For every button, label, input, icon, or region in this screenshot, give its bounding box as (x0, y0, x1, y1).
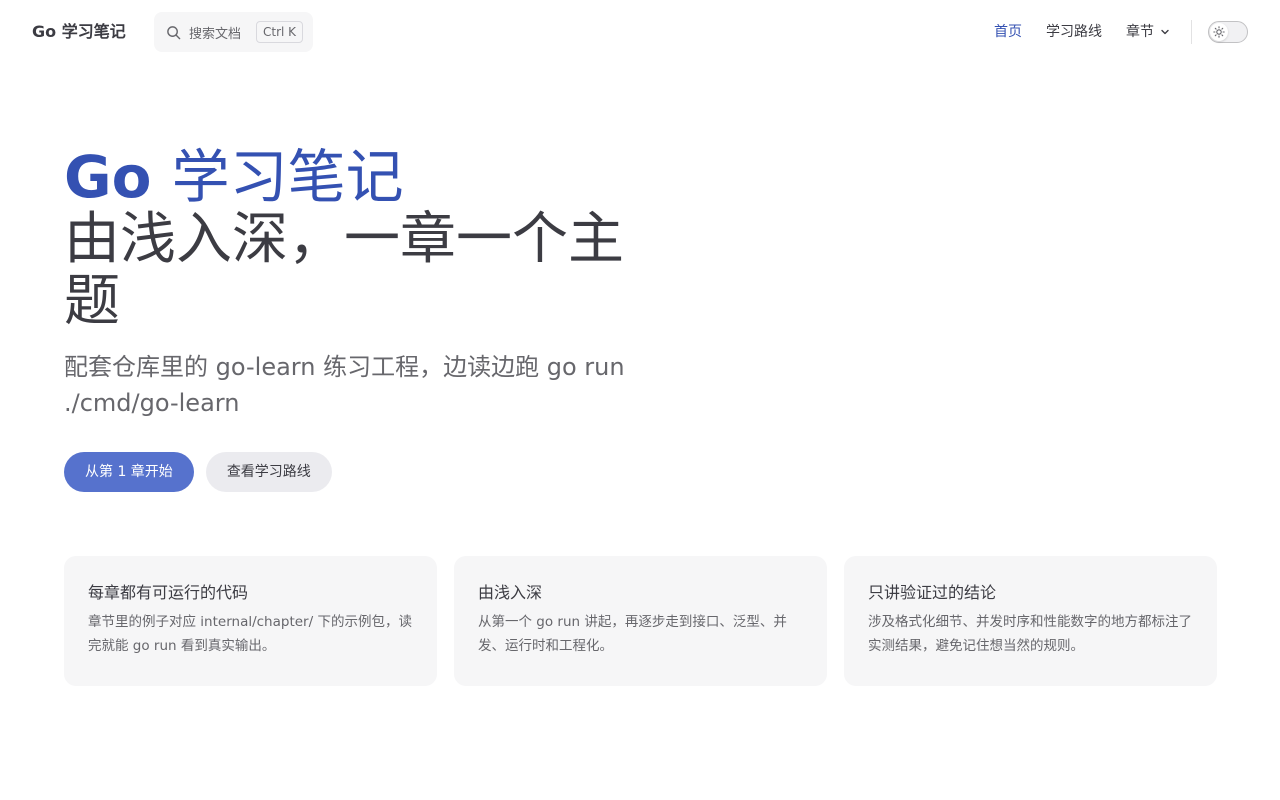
feature-card: 由浅入深 从第一个 go run 讲起，再逐步走到接口、泛型、并发、运行时和工程… (454, 556, 827, 686)
theme-toggle-knob (1210, 23, 1228, 41)
hero-name-prefix: Go (64, 143, 152, 211)
nav-menu: 首页 学习路线 章节 (970, 20, 1170, 44)
hero-tagline: 配套仓库里的 go-learn 练习工程，边读边跑 go run ./cmd/g… (64, 353, 625, 417)
feature-details: 从第一个 go run 讲起，再逐步走到接口、泛型、并发、运行时和工程化。 (478, 614, 787, 654)
search-button[interactable]: 搜索文档 Ctrl K (154, 12, 313, 52)
features: 每章都有可运行的代码 章节里的例子对应 internal/chapter/ 下的… (64, 556, 1217, 686)
site-title[interactable]: Go 学习笔记 (32, 20, 126, 44)
feature-title: 只讲验证过的结论 (868, 583, 997, 602)
hero-text: 由浅入深，一章一个主题 (64, 207, 624, 334)
top-nav: Go 学习笔记 搜索文档 Ctrl K 首页 学习路线 章节 (0, 0, 1280, 64)
hero: Go 学习笔记 由浅入深，一章一个主题 配套仓库里的 go-learn 练习工程… (64, 145, 654, 421)
search-label: 搜索文档 (189, 26, 242, 42)
feature-details: 章节里的例子对应 internal/chapter/ 下的示例包，读完就能 go… (88, 614, 412, 654)
nav-divider (1191, 20, 1192, 44)
hero-name-suffix: 学习笔记 (171, 143, 404, 211)
theme-toggle[interactable] (1208, 21, 1248, 43)
nav-dropdown-chapters[interactable]: 章节 (1126, 20, 1170, 44)
feature-title: 每章都有可运行的代码 (88, 583, 249, 602)
feature-card: 每章都有可运行的代码 章节里的例子对应 internal/chapter/ 下的… (64, 556, 437, 686)
nav-dropdown-label: 章节 (1126, 24, 1154, 40)
nav-link-roadmap[interactable]: 学习路线 (1046, 20, 1102, 44)
nav-link-home[interactable]: 首页 (994, 20, 1022, 44)
feature-title: 由浅入深 (478, 583, 543, 602)
hero-title: Go 学习笔记 (64, 145, 654, 209)
chevron-down-icon (1161, 29, 1169, 35)
search-icon (167, 25, 181, 39)
sun-icon (1213, 26, 1225, 38)
view-roadmap-button[interactable]: 查看学习路线 (205, 452, 332, 492)
search-shortcut: Ctrl K (256, 21, 304, 43)
start-chapter-1-button[interactable]: 从第 1 章开始 (64, 452, 194, 492)
feature-details: 涉及格式化细节、并发时序和性能数字的地方都标注了实测结果，避免记住想当然的规则。 (868, 614, 1192, 654)
hero-actions: 从第 1 章开始 查看学习路线 (64, 452, 332, 492)
feature-card: 只讲验证过的结论 涉及格式化细节、并发时序和性能数字的地方都标注了实测结果，避免… (844, 556, 1217, 686)
